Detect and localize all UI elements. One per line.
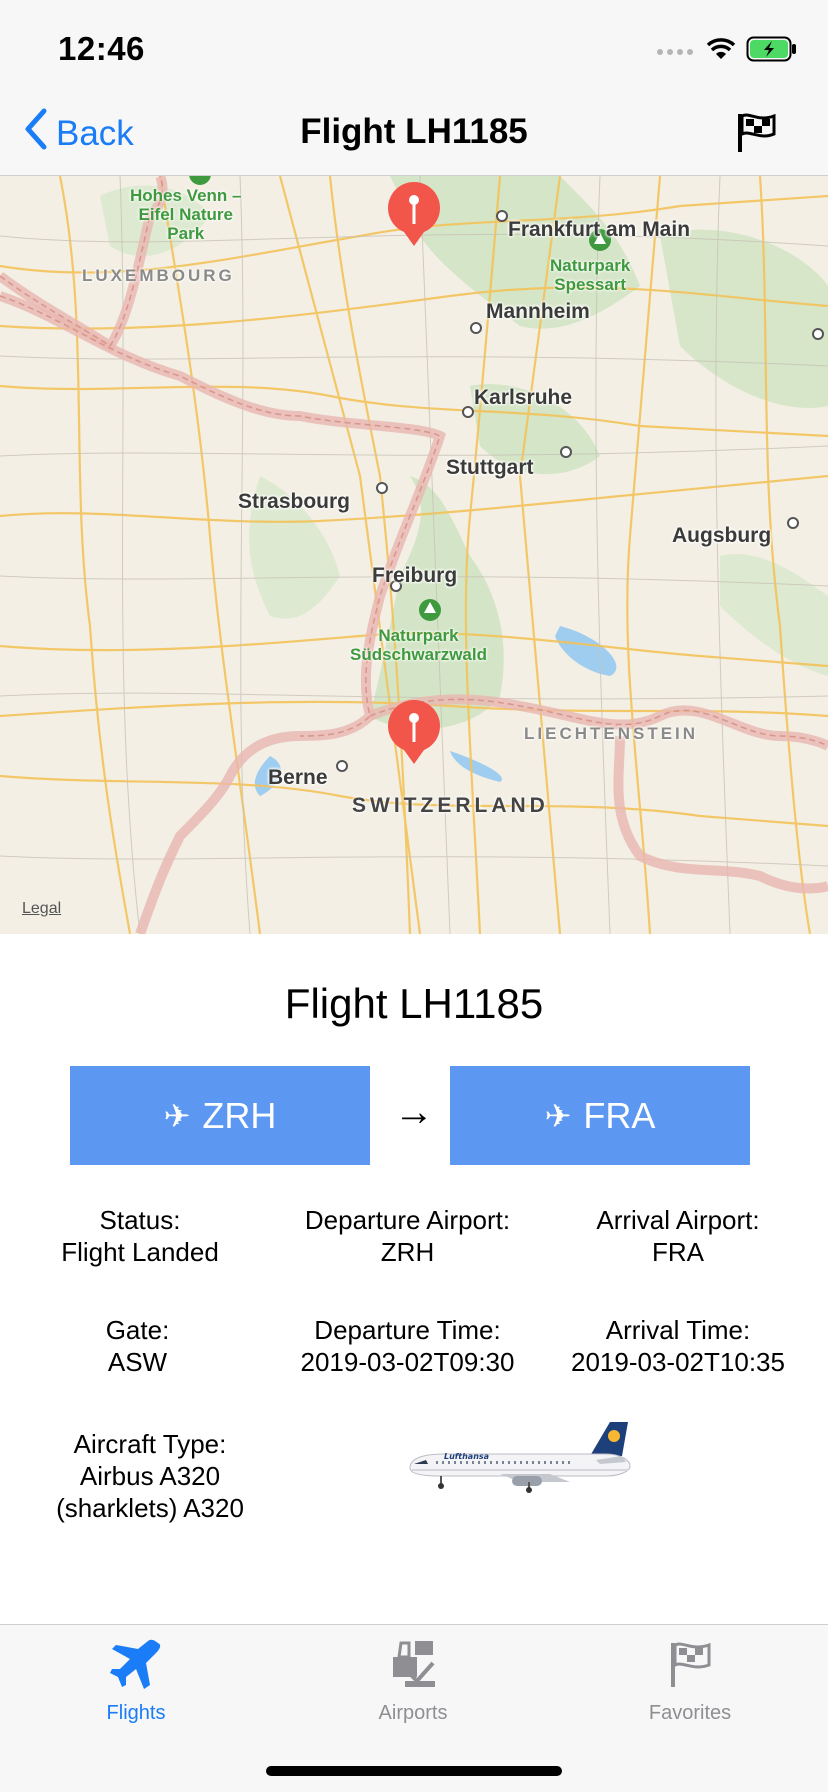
map-park-label: Hohes Venn – Eifel Nature Park [130, 186, 242, 243]
map-country-label: SWITZERLAND [352, 794, 549, 817]
tab-favorites[interactable]: Favorites [590, 1639, 790, 1725]
arrival-time-info: Arrival Time: 2019-03-02T10:35 [558, 1314, 798, 1378]
status-bar: 12:46 [0, 0, 828, 94]
arrival-airport-info: Arrival Airport: FRA [568, 1204, 788, 1268]
departure-map-pin[interactable] [384, 700, 444, 771]
aircraft-type-value-line2: (sharklets) A320 [56, 1493, 244, 1523]
arrival-map-pin[interactable] [384, 182, 444, 253]
airplane-icon [108, 1639, 164, 1695]
cellular-signal-icon [656, 42, 696, 61]
map-background [0, 176, 828, 934]
route-map[interactable]: Frankfurt am Main Mannheim Karlsruhe Stu… [0, 176, 828, 934]
airplane-icon: ✈ [544, 1097, 572, 1134]
map-city-label: Frankfurt am Main [508, 218, 691, 241]
aircraft-type-value-line1: Airbus A320 [79, 1461, 221, 1491]
map-city-label: Mannheim [486, 300, 590, 323]
airport-icon [387, 1641, 439, 1695]
departure-airport-value: ZRH [380, 1237, 435, 1267]
map-city-label: Berne [268, 766, 328, 789]
departure-time-label: Departure Time: [314, 1315, 501, 1345]
departure-airport-info: Departure Airport: ZRH [280, 1204, 535, 1268]
route-arrow: → [394, 1090, 434, 1134]
svg-text:Lufthansa: Lufthansa [444, 1452, 489, 1461]
map-country-label: LIECHTENSTEIN [524, 724, 699, 743]
wifi-icon [706, 37, 736, 66]
departure-airport-code: ZRH [202, 1094, 277, 1136]
tab-flights[interactable]: Flights [36, 1639, 236, 1725]
battery-charging-icon [746, 36, 798, 67]
flag-icon [667, 1642, 713, 1695]
aircraft-type-label: Aircraft Type: [73, 1429, 227, 1459]
gate-info: Gate: ASW [40, 1314, 235, 1378]
departure-time-value: 2019-03-02T09:30 [300, 1347, 515, 1377]
flight-heading: Flight LH1185 [284, 980, 544, 1027]
navigation-bar: Back Flight LH1185 [0, 94, 828, 176]
favorite-flag-button[interactable] [734, 110, 778, 159]
tab-airports-label: Airports [378, 1702, 448, 1724]
arrival-airport-label: Arrival Airport: [596, 1205, 760, 1235]
status-info: Status: Flight Landed [40, 1204, 240, 1268]
arrival-airport-code: FRA [583, 1094, 656, 1136]
arrival-airport-value: FRA [652, 1237, 704, 1267]
nav-title: Flight LH1185 [300, 112, 528, 151]
home-indicator [266, 1766, 562, 1776]
arrival-airport-button[interactable]: ✈ FRA [450, 1066, 750, 1165]
tab-flights-label: Flights [106, 1702, 166, 1724]
map-city-label: Karlsruhe [474, 386, 573, 409]
status-value: Flight Landed [61, 1237, 219, 1267]
flag-icon [734, 113, 778, 158]
arrival-time-value: 2019-03-02T10:35 [571, 1347, 785, 1377]
map-park-label: Naturpark Spessart [550, 256, 631, 294]
tab-airports[interactable]: Airports [313, 1639, 513, 1725]
departure-airport-button[interactable]: ✈ ZRH [70, 1066, 370, 1165]
map-country-label: LUXEMBOURG [82, 266, 235, 285]
map-city-label: Freiburg [372, 564, 458, 587]
map-park-label: Naturpark Südschwarzwald [350, 626, 487, 664]
status-time: 12:46 [58, 30, 145, 67]
tab-favorites-label: Favorites [648, 1702, 732, 1724]
map-city-label: Stuttgart [446, 456, 534, 479]
departure-airport-label: Departure Airport: [304, 1205, 511, 1235]
gate-value: ASW [107, 1347, 168, 1377]
arrival-time-label: Arrival Time: [605, 1315, 751, 1345]
map-city-label: Strasbourg [238, 490, 351, 513]
departure-time-info: Departure Time: 2019-03-02T09:30 [280, 1314, 535, 1378]
gate-label: Gate: [105, 1315, 170, 1345]
aircraft-image: Lufthansa [400, 1420, 632, 1505]
airplane-icon: ✈ [163, 1097, 191, 1134]
status-indicators [656, 36, 798, 67]
status-label: Status: [99, 1205, 181, 1235]
map-legal-link[interactable]: Legal [22, 900, 61, 918]
map-city-label: Augsburg [672, 524, 772, 547]
aircraft-type-info: Aircraft Type: Airbus A320 (sharklets) A… [40, 1428, 260, 1524]
